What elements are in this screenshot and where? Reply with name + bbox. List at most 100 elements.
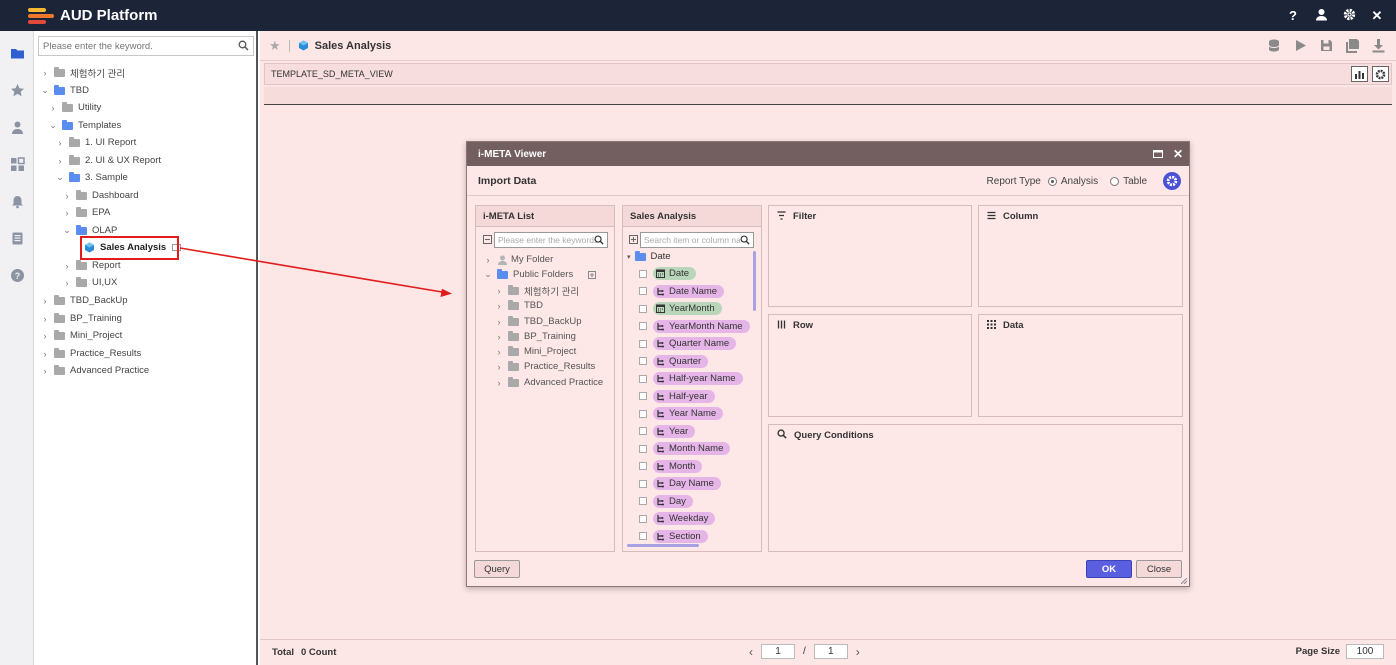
rail-alarm[interactable]: [0, 183, 34, 220]
favorite-star-icon[interactable]: ★: [269, 38, 281, 54]
tree-item[interactable]: › Advanced Practice: [40, 362, 149, 379]
field-chip[interactable]: Half-year Name: [653, 372, 743, 385]
expand-icon[interactable]: [588, 270, 597, 279]
field-item[interactable]: Month: [639, 459, 703, 474]
collapse-all-icon[interactable]: [483, 235, 492, 244]
field-item[interactable]: Date Name: [639, 284, 725, 299]
dialog-close-icon[interactable]: ✕: [1173, 147, 1183, 161]
chevron-down-icon[interactable]: ⌄: [483, 269, 493, 280]
field-chip[interactable]: Section: [653, 529, 708, 543]
chevron-right-icon[interactable]: ›: [40, 349, 50, 359]
vertical-scrollbar[interactable]: [753, 251, 756, 311]
filter-zone[interactable]: Filter: [768, 205, 972, 307]
settings-icon[interactable]: [1342, 8, 1356, 24]
meta-list-item[interactable]: › Practice_Results: [494, 359, 595, 374]
next-page-icon[interactable]: ›: [856, 645, 860, 659]
tree-item[interactable]: ⌄ 3. Sample: [55, 169, 128, 186]
tree-item[interactable]: › Utility: [48, 99, 101, 116]
meta-list-item[interactable]: › BP_Training: [494, 329, 576, 344]
field-chip[interactable]: Half-year: [653, 389, 715, 403]
field-checkbox[interactable]: [639, 462, 647, 470]
tree-item[interactable]: › UI,UX: [62, 274, 117, 291]
help-icon[interactable]: ?: [1286, 8, 1300, 23]
chevron-right-icon[interactable]: ›: [494, 286, 504, 296]
field-chip[interactable]: Year: [653, 424, 696, 438]
resize-grip-icon[interactable]: [1181, 578, 1187, 584]
field-checkbox[interactable]: [639, 269, 647, 278]
chevron-right-icon[interactable]: ›: [62, 278, 72, 288]
table-option-label[interactable]: Table: [1123, 176, 1147, 187]
chevron-right-icon[interactable]: ›: [494, 301, 504, 311]
chevron-right-icon[interactable]: ›: [55, 156, 65, 166]
chevron-right-icon[interactable]: ›: [40, 68, 50, 78]
field-checkbox[interactable]: [639, 322, 647, 330]
chevron-right-icon[interactable]: ›: [48, 103, 58, 113]
field-item[interactable]: Section: [639, 529, 708, 544]
field-item[interactable]: YearMonth Name: [639, 319, 750, 334]
query-button[interactable]: Query: [474, 560, 520, 578]
field-chip[interactable]: YearMonth Name: [653, 319, 750, 333]
field-item[interactable]: Quarter: [639, 354, 709, 369]
field-chip[interactable]: Month: [653, 459, 703, 473]
field-chip[interactable]: Day: [653, 494, 693, 508]
table-radio[interactable]: [1110, 176, 1120, 186]
chevron-right-icon[interactable]: ›: [40, 296, 50, 306]
app-logo[interactable]: AUD Platform: [28, 6, 158, 26]
data-zone[interactable]: Data: [978, 314, 1183, 417]
field-checkbox[interactable]: [639, 497, 647, 505]
rail-folder[interactable]: [0, 35, 34, 72]
analysis-option-label[interactable]: Analysis: [1061, 176, 1098, 187]
play-icon[interactable]: [1293, 38, 1308, 53]
page-input[interactable]: 1: [761, 644, 795, 659]
field-checkbox[interactable]: [639, 287, 647, 295]
chevron-right-icon[interactable]: ›: [62, 191, 72, 201]
field-chip[interactable]: Quarter Name: [653, 337, 737, 350]
field-chip[interactable]: Date Name: [653, 284, 725, 298]
field-chip[interactable]: YearMonth: [653, 302, 722, 315]
rail-users[interactable]: [0, 109, 34, 146]
chevron-right-icon[interactable]: ›: [62, 208, 72, 218]
horizontal-scrollbar[interactable]: [627, 544, 699, 547]
chevron-down-icon[interactable]: ⌄: [48, 120, 58, 131]
chevron-right-icon[interactable]: ›: [494, 317, 504, 327]
field-checkbox[interactable]: [639, 514, 647, 523]
meta-list-search[interactable]: Please enter the keywords: [494, 232, 608, 248]
field-item[interactable]: Year Name: [639, 406, 724, 421]
tree-item[interactable]: › 1. UI Report: [55, 134, 136, 151]
view-settings-button[interactable]: [1372, 66, 1389, 82]
rail-favorites[interactable]: [0, 72, 34, 109]
chevron-right-icon[interactable]: ›: [40, 331, 50, 341]
field-item[interactable]: Month Name: [639, 441, 731, 456]
field-item[interactable]: Weekday: [639, 511, 716, 526]
tree-item[interactable]: › 2. UI & UX Report: [55, 152, 161, 169]
meta-list-item[interactable]: › TBD_BackUp: [494, 314, 582, 329]
save-icon[interactable]: [1319, 38, 1334, 53]
chevron-right-icon[interactable]: ›: [55, 138, 65, 148]
user-icon[interactable]: [1314, 8, 1328, 24]
row-zone[interactable]: Row: [768, 314, 972, 417]
tree-item[interactable]: ⌄ Templates: [48, 117, 121, 134]
tree-search-input[interactable]: [39, 37, 229, 55]
download-icon[interactable]: [1371, 38, 1386, 53]
close-button[interactable]: Close: [1136, 560, 1182, 578]
field-chip[interactable]: Weekday: [653, 512, 716, 525]
expand-all-icon[interactable]: [629, 235, 638, 244]
chevron-down-icon[interactable]: ⌄: [40, 85, 50, 96]
chevron-right-icon[interactable]: ›: [494, 347, 504, 357]
chevron-right-icon[interactable]: ›: [40, 366, 50, 376]
page-size-input[interactable]: 100: [1346, 644, 1384, 659]
field-item[interactable]: Date: [639, 266, 697, 281]
field-folder[interactable]: ▾ Date: [627, 249, 671, 264]
field-item[interactable]: Half-year Name: [639, 371, 743, 386]
close-icon[interactable]: ✕: [1370, 8, 1384, 24]
meta-list-item[interactable]: › 체험하기 관리: [494, 283, 579, 298]
field-checkbox[interactable]: [639, 374, 647, 383]
field-chip[interactable]: Day Name: [653, 477, 721, 490]
field-chip[interactable]: Date: [653, 267, 697, 280]
field-chip[interactable]: Quarter: [653, 354, 709, 368]
tree-item[interactable]: › Dashboard: [62, 187, 138, 204]
chevron-right-icon[interactable]: ›: [494, 362, 504, 372]
field-item[interactable]: Half-year: [639, 389, 715, 404]
field-chip[interactable]: Month Name: [653, 442, 731, 455]
field-chip[interactable]: Year Name: [653, 407, 724, 420]
